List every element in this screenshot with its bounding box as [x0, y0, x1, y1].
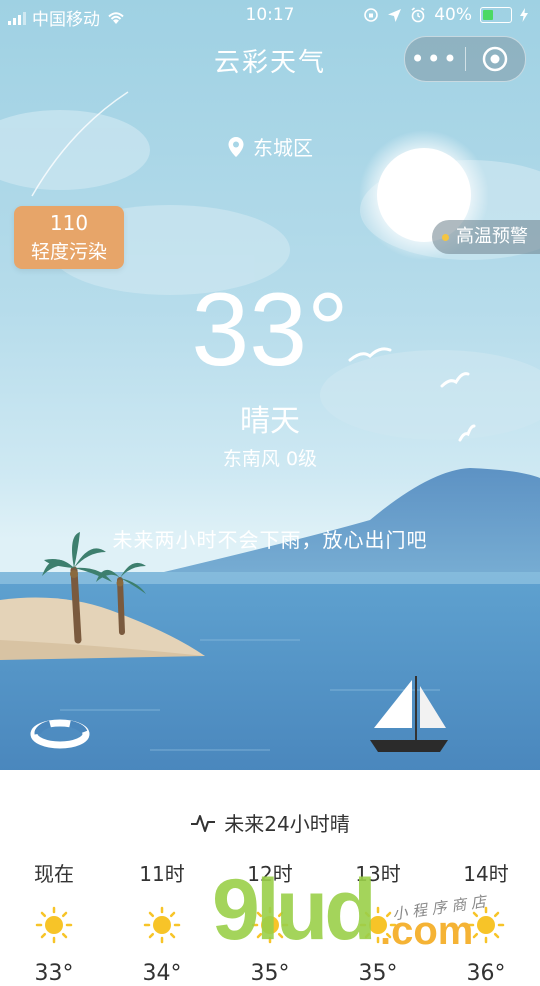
- status-bar: 中国移动 10:17 40%: [0, 0, 540, 32]
- weather-scene: 中国移动 10:17 40% 云彩天气 ••• 东城区 110 轻度污染 高温预…: [0, 0, 540, 770]
- hourly-forecast-panel: 未来24小时晴 现在 33° 11时 34° 12时 35° 13时 35° 14时 36° 9l…: [0, 770, 540, 986]
- sun-icon: [35, 906, 73, 944]
- location-pin-icon: [228, 136, 244, 157]
- hour-time: 11时: [139, 862, 185, 886]
- wind-info: 东南风 0级: [222, 448, 318, 470]
- pulse-icon: [191, 814, 216, 832]
- hour-item: 现在 33°: [0, 858, 108, 986]
- more-button[interactable]: •••: [405, 45, 465, 73]
- rain-tip: 未来两小时不会下雨，放心出门吧: [112, 528, 428, 552]
- watermark-brand: 9lud: [212, 862, 377, 958]
- close-button[interactable]: [466, 46, 526, 72]
- rotation-lock-icon: [364, 8, 379, 22]
- forecast-title: 未来24小时晴: [224, 812, 350, 836]
- battery-icon: [480, 7, 512, 23]
- battery-percent: 40%: [434, 5, 472, 25]
- mini-program-capsule: •••: [404, 36, 526, 82]
- hour-temp: 36°: [466, 961, 506, 986]
- hour-time: 14时: [463, 862, 509, 886]
- hour-temp: 35°: [250, 961, 290, 986]
- aqi-label: 轻度污染: [30, 241, 107, 263]
- forecast-header: 未来24小时晴: [0, 808, 540, 837]
- hour-item: 11时 34°: [108, 858, 216, 986]
- location-selector[interactable]: 东城区: [0, 132, 540, 161]
- hour-temp: 33°: [34, 961, 74, 986]
- location-arrow-icon: [388, 8, 402, 22]
- hour-time: 现在: [34, 862, 74, 886]
- sun-icon: [143, 906, 181, 944]
- location-name: 东城区: [253, 136, 313, 160]
- charging-icon: [520, 8, 528, 22]
- alert-label: 高温预警: [456, 226, 528, 247]
- hour-temp: 35°: [358, 961, 398, 986]
- aqi-value: 110: [49, 211, 89, 235]
- aqi-badge[interactable]: 110 轻度污染: [14, 206, 124, 269]
- alarm-icon: [411, 7, 425, 23]
- weather-condition: 晴天: [240, 404, 300, 439]
- high-temp-alert[interactable]: 高温预警: [432, 220, 540, 254]
- target-icon: [483, 46, 508, 72]
- alert-dot-icon: [442, 234, 449, 241]
- current-temperature: 33°: [191, 272, 349, 388]
- hour-temp: 34°: [142, 961, 182, 986]
